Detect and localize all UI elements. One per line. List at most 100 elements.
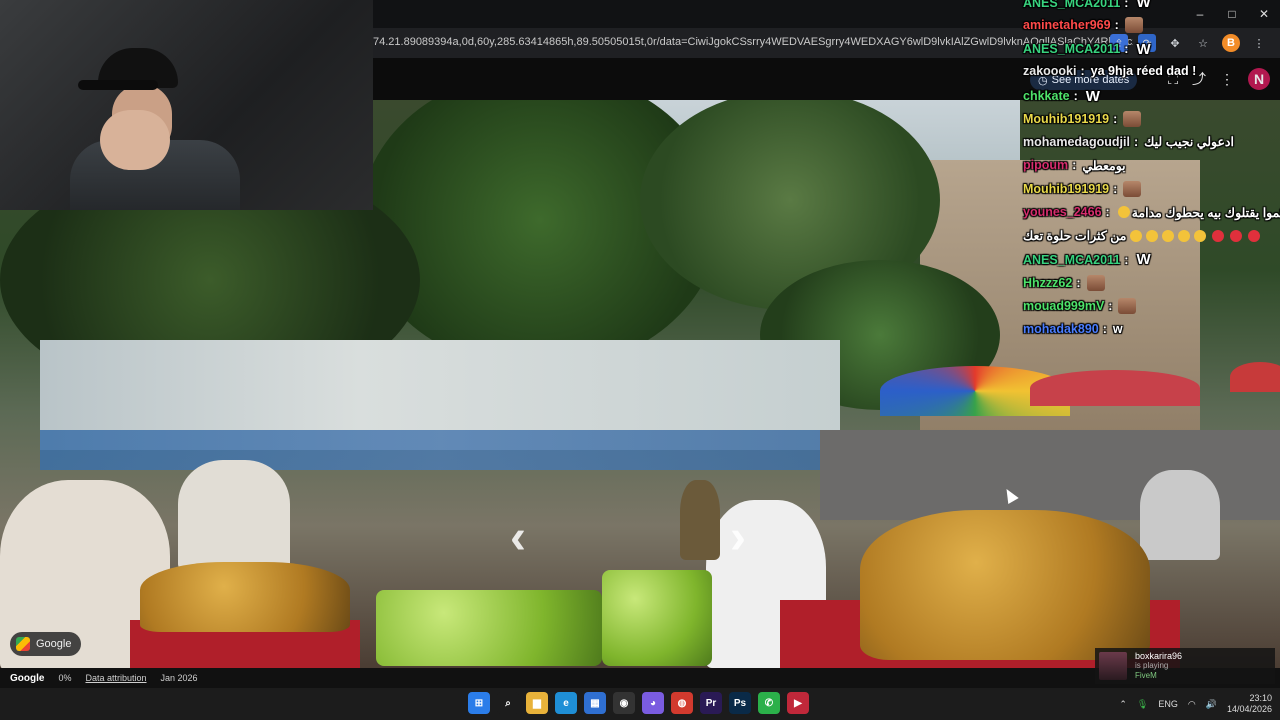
chat-message: ANES_MCA2011: W — [1023, 41, 1151, 58]
chat-message: younes_2466: نيكموا يقتلوك بيه يحطوك مدام… — [1023, 205, 1280, 220]
chat-username[interactable]: chkkate — [1023, 89, 1070, 103]
google-chip-label: Google — [36, 638, 72, 650]
nav-arrow-right[interactable]: › — [730, 510, 746, 565]
umbrella — [1030, 370, 1200, 406]
chat-separator: : — [1108, 299, 1113, 314]
laughing-emoji-icon — [1130, 229, 1143, 242]
chat-username[interactable]: mouad999mV — [1023, 299, 1104, 313]
chat-message: Hhzzz62: — [1023, 274, 1105, 291]
chevron-up-icon[interactable]: ⌃ — [1119, 699, 1127, 710]
stream-chat-overlay: ANES_MCA2011: Waminetaher969: ANES_MCA2011… — [1020, 0, 1280, 340]
chat-message: aminetaher969: — [1023, 17, 1143, 34]
person — [178, 460, 290, 570]
clock-time: 23:10 — [1249, 693, 1272, 703]
chat-username[interactable]: Hhzzz62 — [1023, 276, 1072, 290]
chat-separator: : — [1133, 134, 1139, 149]
obs-icon[interactable]: ◉ — [613, 692, 635, 714]
store-icon[interactable]: ▦ — [584, 692, 606, 714]
whatsapp-icon[interactable]: ✆ — [758, 692, 780, 714]
laughing-emoji-icon — [1162, 229, 1175, 242]
chat-username[interactable]: ANES_MCA2011 — [1023, 253, 1120, 267]
laughing-emoji-icon — [1117, 206, 1130, 219]
chat-message: من كثرات حلوة تعك — [1023, 228, 1261, 243]
face-emote-icon — [1118, 298, 1137, 315]
chat-text: ادعولي نجيب ليك — [1144, 135, 1234, 150]
chat-separator: : — [1114, 18, 1119, 33]
clock[interactable]: 23:10 14/04/2026 — [1227, 693, 1272, 715]
nav-arrow-left[interactable]: ‹ — [510, 510, 526, 565]
chat-username[interactable]: pipoum — [1023, 158, 1068, 172]
chat-username[interactable]: mohadak890 — [1023, 322, 1099, 336]
chat-text: من كثرات حلوة تعك — [1023, 229, 1127, 243]
w-emote-icon: W — [1136, 251, 1151, 269]
volume-icon[interactable]: 🔊 — [1206, 699, 1217, 710]
chat-separator: : — [1102, 321, 1107, 336]
face-emote-icon — [1086, 274, 1105, 291]
chat-message: mohamedagoudjil: ادعولي نجيب ليك — [1023, 134, 1234, 150]
chat-text: ya 9hja réed dad ! — [1090, 64, 1197, 79]
notification-game: FiveM — [1135, 671, 1157, 680]
chat-username[interactable]: Mouhib191919 — [1023, 112, 1109, 126]
imagery-date: Jan 2026 — [160, 673, 198, 683]
premiere-icon[interactable]: Pr — [700, 692, 722, 714]
discord-icon[interactable]: ◕ — [642, 692, 664, 714]
chat-username[interactable]: ANES_MCA2011 — [1023, 42, 1120, 56]
chat-username[interactable]: mohamedagoudjil — [1023, 135, 1130, 149]
chat-username[interactable]: ANES_MCA2011 — [1023, 0, 1120, 10]
chat-message: chkkate: W — [1023, 88, 1100, 105]
photoshop-icon[interactable]: Ps — [729, 692, 751, 714]
chat-username[interactable]: aminetaher969 — [1023, 18, 1111, 32]
wifi-icon[interactable]: ◠ — [1188, 699, 1196, 710]
clock-date: 14/04/2026 — [1226, 704, 1272, 714]
red-circle-emoji-icon — [1230, 229, 1243, 242]
chat-separator: : — [1124, 0, 1129, 10]
streamer-cap-brim — [78, 80, 158, 90]
guava-pile — [376, 590, 602, 666]
media-player-icon[interactable]: ▶ — [787, 692, 809, 714]
chat-separator: : — [1073, 89, 1078, 104]
chat-text: نيكموا يقتلوك بيه يحطوك مدامة — [1131, 205, 1280, 220]
face-emote-icon — [1123, 111, 1142, 127]
url-text[interactable]: 74.21.89089394a,0d,60y,285.63414865h,89.… — [373, 36, 1133, 48]
system-tray: ⌃ 🎙 ENG ◠ 🔊 23:10 14/04/2026 — [1119, 688, 1272, 720]
taskbar-apps: ⊞ ⌕ ▆ e ▦ ◉ ◕ ◍ Pr Ps ✆ ▶ — [468, 692, 809, 714]
activity-notification[interactable]: boxkarira96 is playing FiveM — [1095, 648, 1275, 684]
laughing-emoji-icon — [1146, 229, 1159, 242]
microphone-icon[interactable]: 🎙 — [1137, 699, 1148, 710]
red-circle-emoji-icon — [1212, 229, 1225, 242]
face-emote-icon — [1123, 181, 1142, 198]
notification-user: boxkarira96 — [1135, 651, 1183, 661]
chat-message: mohadak890: w — [1023, 322, 1123, 336]
streamer-hand — [100, 110, 170, 170]
search-icon[interactable]: ⌕ — [497, 692, 519, 714]
edge-icon[interactable]: e — [555, 692, 577, 714]
zoom-level: 0% — [58, 673, 72, 683]
chat-message: mouad999mV: — [1023, 298, 1137, 315]
chat-message: zakoooki: ya 9hja réed dad ! — [1023, 64, 1196, 78]
umbrella — [1230, 362, 1280, 392]
guava-pile — [602, 570, 712, 666]
google-logo: Google — [10, 672, 45, 684]
face-emote-icon — [1124, 17, 1143, 34]
user-avatar — [1099, 652, 1127, 680]
map-status-bar: Google 0% Data attribution Jan 2026 — [0, 668, 1280, 688]
chat-username[interactable]: Mouhib191919 — [1023, 182, 1109, 196]
chat-username[interactable]: zakoooki — [1023, 64, 1077, 78]
laughing-emoji-icon — [1194, 229, 1207, 242]
file-explorer-icon[interactable]: ▆ — [526, 692, 548, 714]
person — [680, 480, 720, 560]
windows-start-icon[interactable]: ⊞ — [468, 692, 490, 714]
pineapple-pile — [860, 510, 1150, 660]
taskbar: ⊞ ⌕ ▆ e ▦ ◉ ◕ ◍ Pr Ps ✆ ▶ ⌃ 🎙 ENG ◠ 🔊 23:10 14/04/2… — [0, 688, 1280, 720]
language-indicator[interactable]: ENG — [1158, 699, 1178, 709]
chat-separator: : — [1072, 158, 1077, 173]
chat-message: Mouhib191919: — [1023, 111, 1142, 127]
google-chip[interactable]: Google — [10, 632, 82, 656]
screen: ‹ › – □ ✕ 74.21.89089394a,0d,60y,285.634… — [0, 0, 1280, 720]
chat-separator: : — [1105, 205, 1110, 220]
data-attribution-link[interactable]: Data attribution — [85, 673, 146, 683]
chat-separator: : — [1113, 112, 1118, 126]
red-circle-emoji-icon — [1248, 229, 1261, 242]
chrome-icon[interactable]: ◍ — [671, 692, 693, 714]
chat-username[interactable]: younes_2466 — [1023, 205, 1102, 219]
